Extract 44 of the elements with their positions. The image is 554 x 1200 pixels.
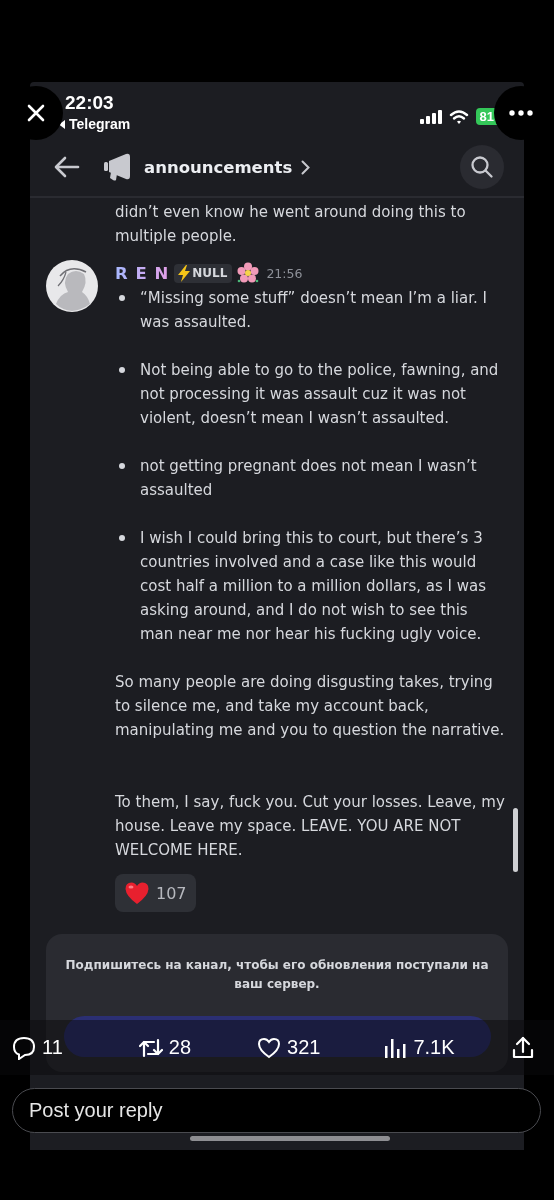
lightning-icon [177,264,192,282]
heart-icon [124,881,150,905]
clock: 22:03 [65,92,115,114]
message-text: “Missing some stuff” doesn’t mean I’m a liar. I was assaulted. [140,288,488,333]
share-action[interactable] [511,1035,535,1060]
wifi-icon [448,109,469,124]
repost-action[interactable]: 28 [138,1035,191,1060]
signal-icon [419,109,442,124]
message-text: didn’t even know he went around doing this to [115,202,467,223]
tag-label: NULL [192,266,228,280]
message-text: multiple people. [115,226,238,247]
subscribe-button[interactable] [63,1016,491,1057]
reply-field[interactable]: Post your reply [12,1088,541,1133]
close-icon [27,104,45,122]
bullet-icon [119,367,125,373]
message-text: So many people are doing disgusting takes, trying to silence me, and take my account back, manipulating me and you to question the narrative. [115,672,505,741]
search-icon [470,155,494,179]
flower-icon [237,262,260,284]
message-text: I wish I could bring this to court, but there’s 3 countries involved and a case like this would cost half a million to a million dollars, as I was asking around, and I do not wish to see this man near me nor hear his fucking ugly voice. [140,528,487,645]
reply-action[interactable]: 11 [12,1035,63,1060]
bullet-icon [119,295,125,301]
back-triangle-icon[interactable] [59,119,66,129]
message-text: Not being able to go to the police, fawning, and not processing it was assault cuz it was not violent, doesn’t mean I wasn’t assaulted. [140,360,500,429]
views-action[interactable]: 7.1K [383,1035,455,1060]
bullet-icon [119,463,125,469]
channel-title[interactable]: announcements [132,157,293,177]
reaction-button[interactable]: 107 [115,874,196,912]
megaphone-icon [104,153,132,181]
chevron-right-icon[interactable] [301,159,311,175]
scrollbar[interactable] [513,808,518,872]
back-to-app-link[interactable]: Telegram [69,114,131,134]
search-button[interactable] [460,145,504,189]
avatar [46,260,98,312]
like-action[interactable]: 321 [257,1035,321,1060]
back-arrow-icon[interactable] [54,156,80,178]
share-icon [511,1035,535,1060]
timestamp: 21:56 [266,265,303,281]
message-text: To them, I say, fuck you. Cut your losses. Leave, my house. Leave my space. LEAVE. YOU ARE NOT WELCOME HERE. [115,792,505,861]
more-icon [509,110,533,116]
reply-icon [12,1035,36,1060]
message-text: not getting pregnant does not mean I wasn’t assaulted [140,456,478,501]
bullet-icon [119,535,125,541]
heart-outline-icon [257,1035,281,1060]
subscribe-prompt: Подпишитесь на канал, чтобы его обновления поступали на ваш сервер. [64,957,490,993]
